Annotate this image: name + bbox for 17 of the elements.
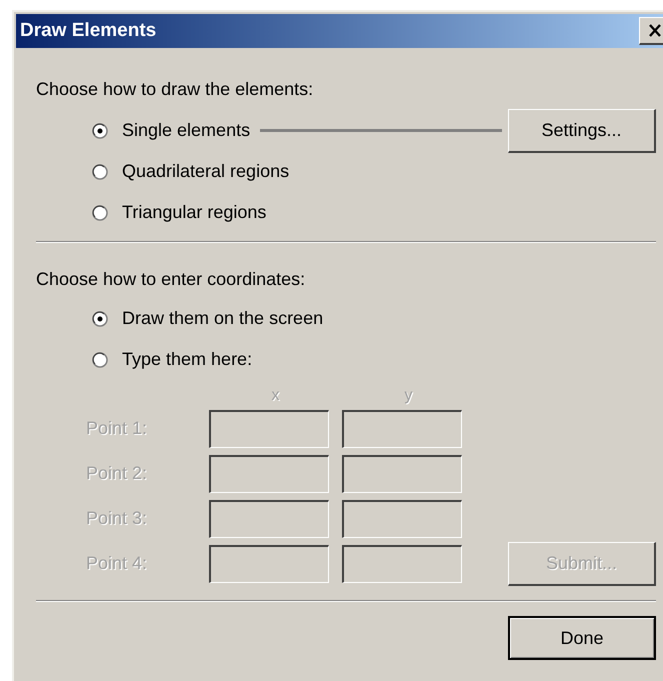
radio-button[interactable] [92,164,108,180]
section-prompt: Choose how to enter coordinates: [36,268,306,290]
done-button[interactable]: Done [508,616,656,660]
radio-label[interactable]: Quadrilateral regions [122,158,290,185]
radio-label[interactable]: Triangular regions [122,199,266,226]
section-prompt: Choose how to draw the elements: [36,78,314,100]
radio-label[interactable]: Type them here: [122,346,252,373]
radio-button[interactable] [92,310,108,326]
window-title: Draw Elements [20,18,156,43]
close-button[interactable] [639,17,663,45]
settings-button[interactable]: Settings... [508,108,656,152]
radio-button[interactable] [92,204,108,220]
radio-button[interactable] [92,352,108,368]
radio-label[interactable]: Draw them on the screen [122,305,324,332]
radio-button[interactable] [92,122,108,138]
radio-label[interactable]: Single elements [122,117,250,144]
close-icon [648,24,662,37]
